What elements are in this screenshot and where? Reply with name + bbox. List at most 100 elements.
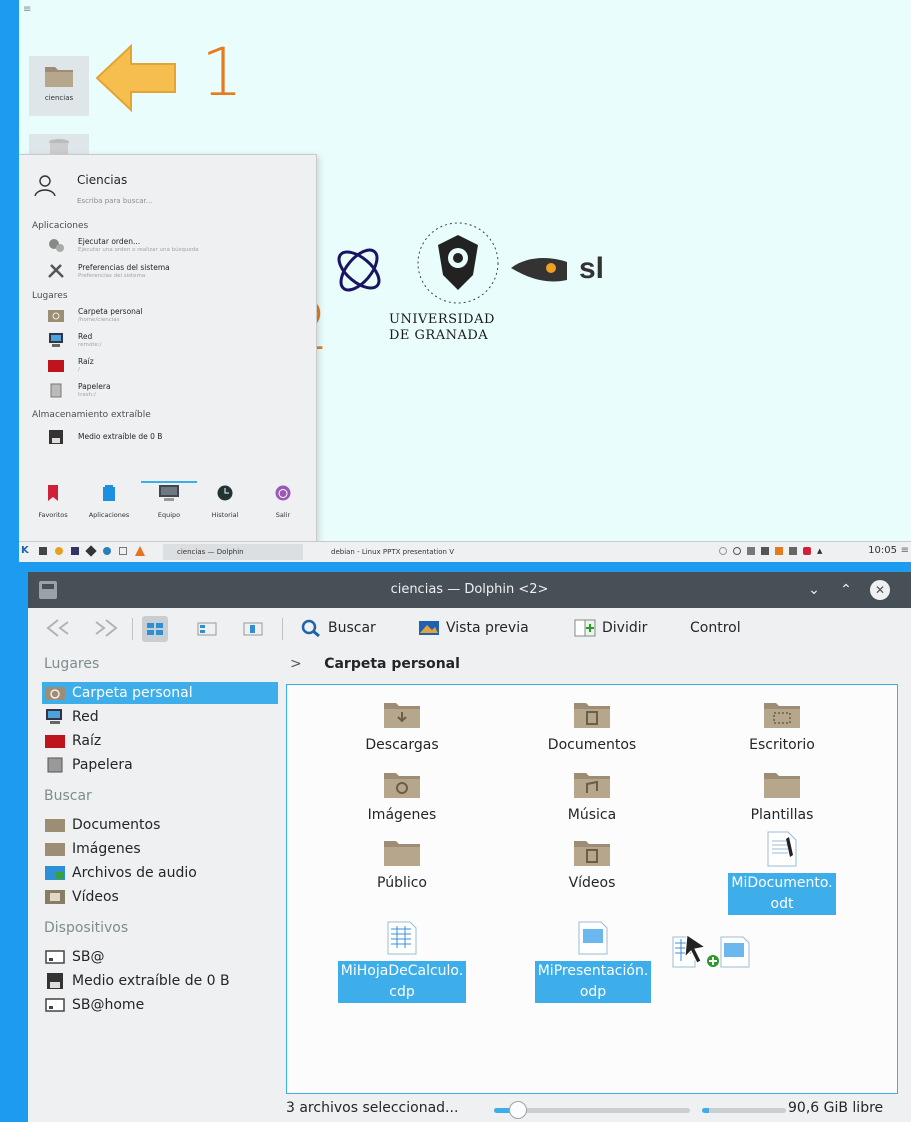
search-item-documents[interactable]: Documentos bbox=[42, 814, 278, 836]
places-item-home[interactable]: Carpeta personal bbox=[42, 682, 278, 704]
tab-favoritos[interactable]: Favoritos bbox=[25, 485, 81, 519]
places-item-network[interactable]: Red bbox=[42, 706, 278, 728]
hard-drive-icon bbox=[45, 950, 65, 964]
selection-status: 3 archivos seleccionad... bbox=[286, 1100, 459, 1116]
launcher-item-removable[interactable]: Medio extraíble de 0 B bbox=[47, 427, 297, 449]
device-icon[interactable] bbox=[761, 547, 769, 555]
toolbar-separator bbox=[132, 618, 133, 640]
search-button[interactable]: Buscar bbox=[300, 615, 376, 641]
tab-equipo[interactable]: Equipo bbox=[141, 485, 197, 519]
file-item-videos[interactable]: Vídeos bbox=[527, 837, 657, 894]
maximize-icon[interactable]: ⌃ bbox=[836, 580, 856, 600]
osl-logo-text: sl bbox=[579, 252, 605, 285]
file-item-mipresentacion[interactable]: MiPresentación. odp bbox=[525, 921, 661, 1003]
tab-salir[interactable]: Salir bbox=[255, 485, 311, 519]
terminal-icon[interactable] bbox=[39, 547, 47, 555]
places-item-root[interactable]: Raíz bbox=[42, 730, 278, 752]
zoom-slider[interactable] bbox=[494, 1101, 690, 1119]
device-item-sbhome[interactable]: SB@home bbox=[42, 994, 278, 1016]
file-item-publico[interactable]: Público bbox=[337, 837, 467, 894]
launcher-item-system-settings[interactable]: Preferencias del sistema Preferencias de… bbox=[47, 261, 297, 283]
clock-icon bbox=[217, 485, 233, 501]
window-titlebar[interactable]: ciencias — Dolphin <2> ⌄ ⌃ ✕ bbox=[28, 572, 911, 608]
tab-label: Salir bbox=[275, 511, 291, 519]
file-item-midocumento[interactable]: MiDocumento. odt bbox=[717, 831, 847, 915]
launcher-tabs: Favoritos Aplicaciones Equipo Historial … bbox=[19, 481, 317, 543]
launcher-item-network[interactable]: Red remote:/ bbox=[47, 330, 297, 352]
app-launcher-icon-2[interactable] bbox=[71, 547, 79, 555]
launcher-item-title: Raíz bbox=[78, 357, 94, 366]
battery-icon[interactable] bbox=[775, 547, 783, 555]
file-item-musica[interactable]: Música bbox=[527, 769, 657, 826]
desktop-trash[interactable] bbox=[29, 134, 89, 158]
device-item-sb[interactable]: SB@ bbox=[42, 946, 278, 968]
places-panel: Lugares Carpeta personal Red Raíz Papele… bbox=[28, 652, 282, 1122]
split-icon bbox=[574, 619, 596, 637]
file-item-descargas[interactable]: Descargas bbox=[337, 699, 467, 756]
breadcrumb-chevron-icon[interactable]: > bbox=[290, 656, 302, 672]
user-status-icon[interactable] bbox=[719, 547, 727, 555]
launcher-item-root[interactable]: Raíz / bbox=[47, 355, 297, 377]
power-icon bbox=[275, 485, 291, 501]
compact-view-button[interactable] bbox=[194, 616, 220, 642]
vlc-icon[interactable] bbox=[135, 546, 145, 556]
public-folder-icon bbox=[384, 841, 420, 866]
preview-icon bbox=[419, 621, 439, 635]
volume-icon[interactable] bbox=[803, 547, 811, 555]
forward-icon[interactable] bbox=[90, 618, 118, 638]
removable-drive-icon bbox=[47, 973, 63, 989]
icons-view-button[interactable] bbox=[142, 616, 168, 642]
university-name-line1: UNIVERSIDAD bbox=[389, 312, 495, 327]
panel-options-icon[interactable]: ≡ bbox=[901, 545, 909, 556]
document-icon[interactable] bbox=[119, 547, 127, 555]
app-launcher-icon-1[interactable] bbox=[55, 547, 63, 555]
update-icon[interactable] bbox=[733, 547, 741, 555]
dolphin-window: ciencias — Dolphin <2> ⌄ ⌃ ✕ Buscar Vist… bbox=[28, 572, 911, 1122]
clipboard-icon[interactable] bbox=[747, 547, 755, 555]
templates-folder-icon bbox=[764, 773, 800, 798]
file-name-line2: odp bbox=[579, 984, 607, 1000]
zoom-slider-handle[interactable] bbox=[509, 1101, 527, 1119]
desktop-menu-icon[interactable]: ≡ bbox=[23, 4, 31, 15]
breadcrumb[interactable]: > Carpeta personal bbox=[290, 656, 460, 672]
breadcrumb-current[interactable]: Carpeta personal bbox=[324, 656, 460, 672]
launcher-item-title: Medio extraíble de 0 B bbox=[78, 432, 163, 441]
launcher-item-trash[interactable]: Papelera trash:/ bbox=[47, 380, 297, 402]
file-item-mihojadecalculo[interactable]: MiHojaDeCalculo. cdp bbox=[335, 921, 469, 1003]
tab-aplicaciones[interactable]: Aplicaciones bbox=[81, 485, 137, 519]
taskbar-clock[interactable]: 10:05 bbox=[868, 545, 897, 556]
file-view[interactable]: Descargas Documentos Escritorio Imágenes… bbox=[286, 684, 898, 1094]
taskbar-task-browser[interactable]: debian - Linux PPTX presentation V bbox=[317, 544, 471, 560]
launcher-item-home[interactable]: Carpeta personal /home/ciencias bbox=[47, 305, 297, 327]
file-item-escritorio[interactable]: Escritorio bbox=[717, 699, 847, 756]
launcher-item-run-command[interactable]: Ejecutar orden... Ejecutar una orden o r… bbox=[47, 235, 297, 257]
details-view-button[interactable] bbox=[240, 616, 266, 642]
expand-tray-icon[interactable]: ▲ bbox=[817, 547, 822, 557]
device-item-removable[interactable]: Medio extraíble de 0 B bbox=[42, 970, 278, 992]
places-item-trash[interactable]: Papelera bbox=[42, 754, 278, 776]
search-item-audio[interactable]: Archivos de audio bbox=[42, 862, 278, 884]
app-launcher-icon-3[interactable] bbox=[85, 545, 97, 557]
file-name: Música bbox=[567, 807, 617, 823]
taskbar-task-dolphin[interactable]: ciencias — Dolphin bbox=[163, 544, 303, 560]
close-icon[interactable]: ✕ bbox=[870, 580, 890, 600]
folder-icon bbox=[45, 819, 65, 832]
browser-icon[interactable] bbox=[103, 547, 111, 555]
kde-menu-icon[interactable]: K bbox=[21, 545, 29, 556]
launcher-search-input[interactable]: Escriba para buscar... bbox=[77, 197, 152, 205]
search-item-images[interactable]: Imágenes bbox=[42, 838, 278, 860]
search-item-videos[interactable]: Vídeos bbox=[42, 886, 278, 908]
minimize-icon[interactable]: ⌄ bbox=[804, 580, 824, 600]
file-item-imagenes[interactable]: Imágenes bbox=[337, 769, 467, 826]
split-button[interactable]: Dividir bbox=[574, 615, 647, 641]
network-icon[interactable] bbox=[789, 547, 797, 555]
file-name: Imágenes bbox=[367, 807, 437, 823]
control-menu-button[interactable]: Control bbox=[690, 615, 741, 641]
desktop-folder-ciencias[interactable]: ciencias bbox=[29, 56, 89, 116]
tab-historial[interactable]: Historial bbox=[197, 485, 253, 519]
file-item-plantillas[interactable]: Plantillas bbox=[717, 769, 847, 826]
back-icon[interactable] bbox=[46, 618, 74, 638]
file-item-documentos[interactable]: Documentos bbox=[527, 699, 657, 756]
preview-button[interactable]: Vista previa bbox=[418, 615, 529, 641]
network-icon bbox=[49, 333, 63, 347]
